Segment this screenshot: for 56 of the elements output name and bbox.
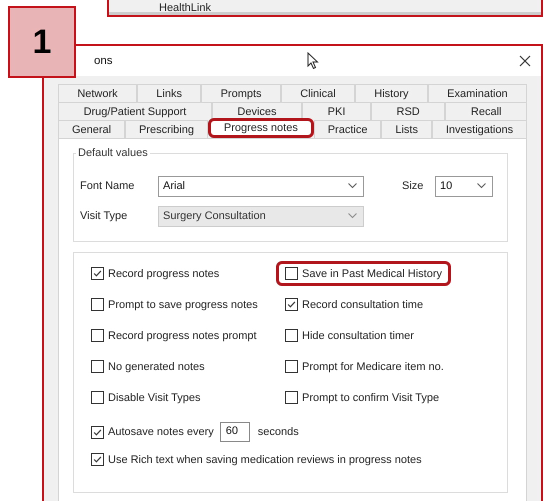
- dropdown[interactable]: Arial: [158, 176, 364, 196]
- field-label: Visit Type: [79, 210, 128, 222]
- checkbox[interactable]: [285, 391, 298, 404]
- tab[interactable]: Examination: [428, 84, 527, 102]
- group-title: Default values: [77, 147, 149, 159]
- checkbox[interactable]: [285, 267, 298, 280]
- checkbox[interactable]: [91, 426, 104, 438]
- seconds-label: seconds: [258, 426, 299, 438]
- tab[interactable]: PKI: [302, 102, 371, 120]
- tab[interactable]: Network: [58, 84, 137, 102]
- checkbox-label[interactable]: Hide consultation timer: [302, 330, 414, 342]
- checkbox[interactable]: [285, 298, 298, 311]
- window-item-label: HealthLink: [159, 2, 211, 14]
- chevron-down-icon: [348, 213, 357, 219]
- tab[interactable]: Prescribing: [125, 120, 208, 138]
- checkbox-label[interactable]: Record progress notes prompt: [108, 330, 257, 342]
- tab[interactable]: RSD: [370, 102, 446, 120]
- tab[interactable]: Progress notes: [208, 118, 314, 138]
- checkbox-label[interactable]: Autosave notes every: [108, 426, 214, 438]
- checkbox-label[interactable]: Prompt for Medicare item no.: [302, 360, 444, 372]
- field-label: Size: [401, 180, 424, 192]
- checkbox[interactable]: [91, 329, 104, 342]
- checkbox[interactable]: [91, 453, 104, 466]
- checkbox-label[interactable]: No generated notes: [108, 360, 205, 372]
- tab[interactable]: Investigations: [432, 120, 528, 138]
- checkbox[interactable]: [285, 360, 298, 373]
- checkbox-label[interactable]: Disable Visit Types: [108, 392, 201, 404]
- mouse-pointer-icon: [307, 52, 319, 70]
- checkbox-label[interactable]: Record consultation time: [302, 298, 424, 310]
- checkbox-label[interactable]: Prompt to save progress notes: [108, 298, 258, 310]
- checkbox-label[interactable]: Record progress notes: [108, 268, 220, 280]
- tab[interactable]: History: [354, 84, 428, 102]
- tab[interactable]: Recall: [445, 102, 528, 120]
- tab[interactable]: Clinical: [280, 84, 355, 102]
- chevron-down-icon: [348, 183, 357, 189]
- dropdown[interactable]: 10: [435, 176, 493, 196]
- checkbox[interactable]: [91, 360, 104, 373]
- tab[interactable]: Prompts: [201, 84, 281, 102]
- tab[interactable]: Practice: [314, 120, 382, 138]
- step-badge: 1: [8, 6, 76, 78]
- checkbox[interactable]: [91, 391, 104, 404]
- checkbox-label[interactable]: Use Rich text when saving medication reviews in progress notes: [108, 454, 422, 466]
- field-label: Font Name: [79, 180, 136, 192]
- checkbox[interactable]: [91, 298, 104, 311]
- tab[interactable]: Lists: [381, 120, 432, 138]
- chevron-down-icon: [477, 183, 486, 189]
- tab[interactable]: General: [58, 120, 126, 138]
- tab[interactable]: Drug/Patient Support: [58, 102, 212, 120]
- checkbox[interactable]: [285, 329, 298, 342]
- seconds-input[interactable]: 60: [220, 422, 250, 442]
- checkbox-label[interactable]: Save in Past Medical History: [302, 268, 442, 280]
- close-icon[interactable]: [519, 55, 531, 67]
- checkbox[interactable]: [91, 267, 104, 280]
- checkbox-label[interactable]: Prompt to confirm Visit Type: [302, 392, 440, 404]
- window-title: ons: [94, 55, 114, 67]
- tab[interactable]: Links: [136, 84, 202, 102]
